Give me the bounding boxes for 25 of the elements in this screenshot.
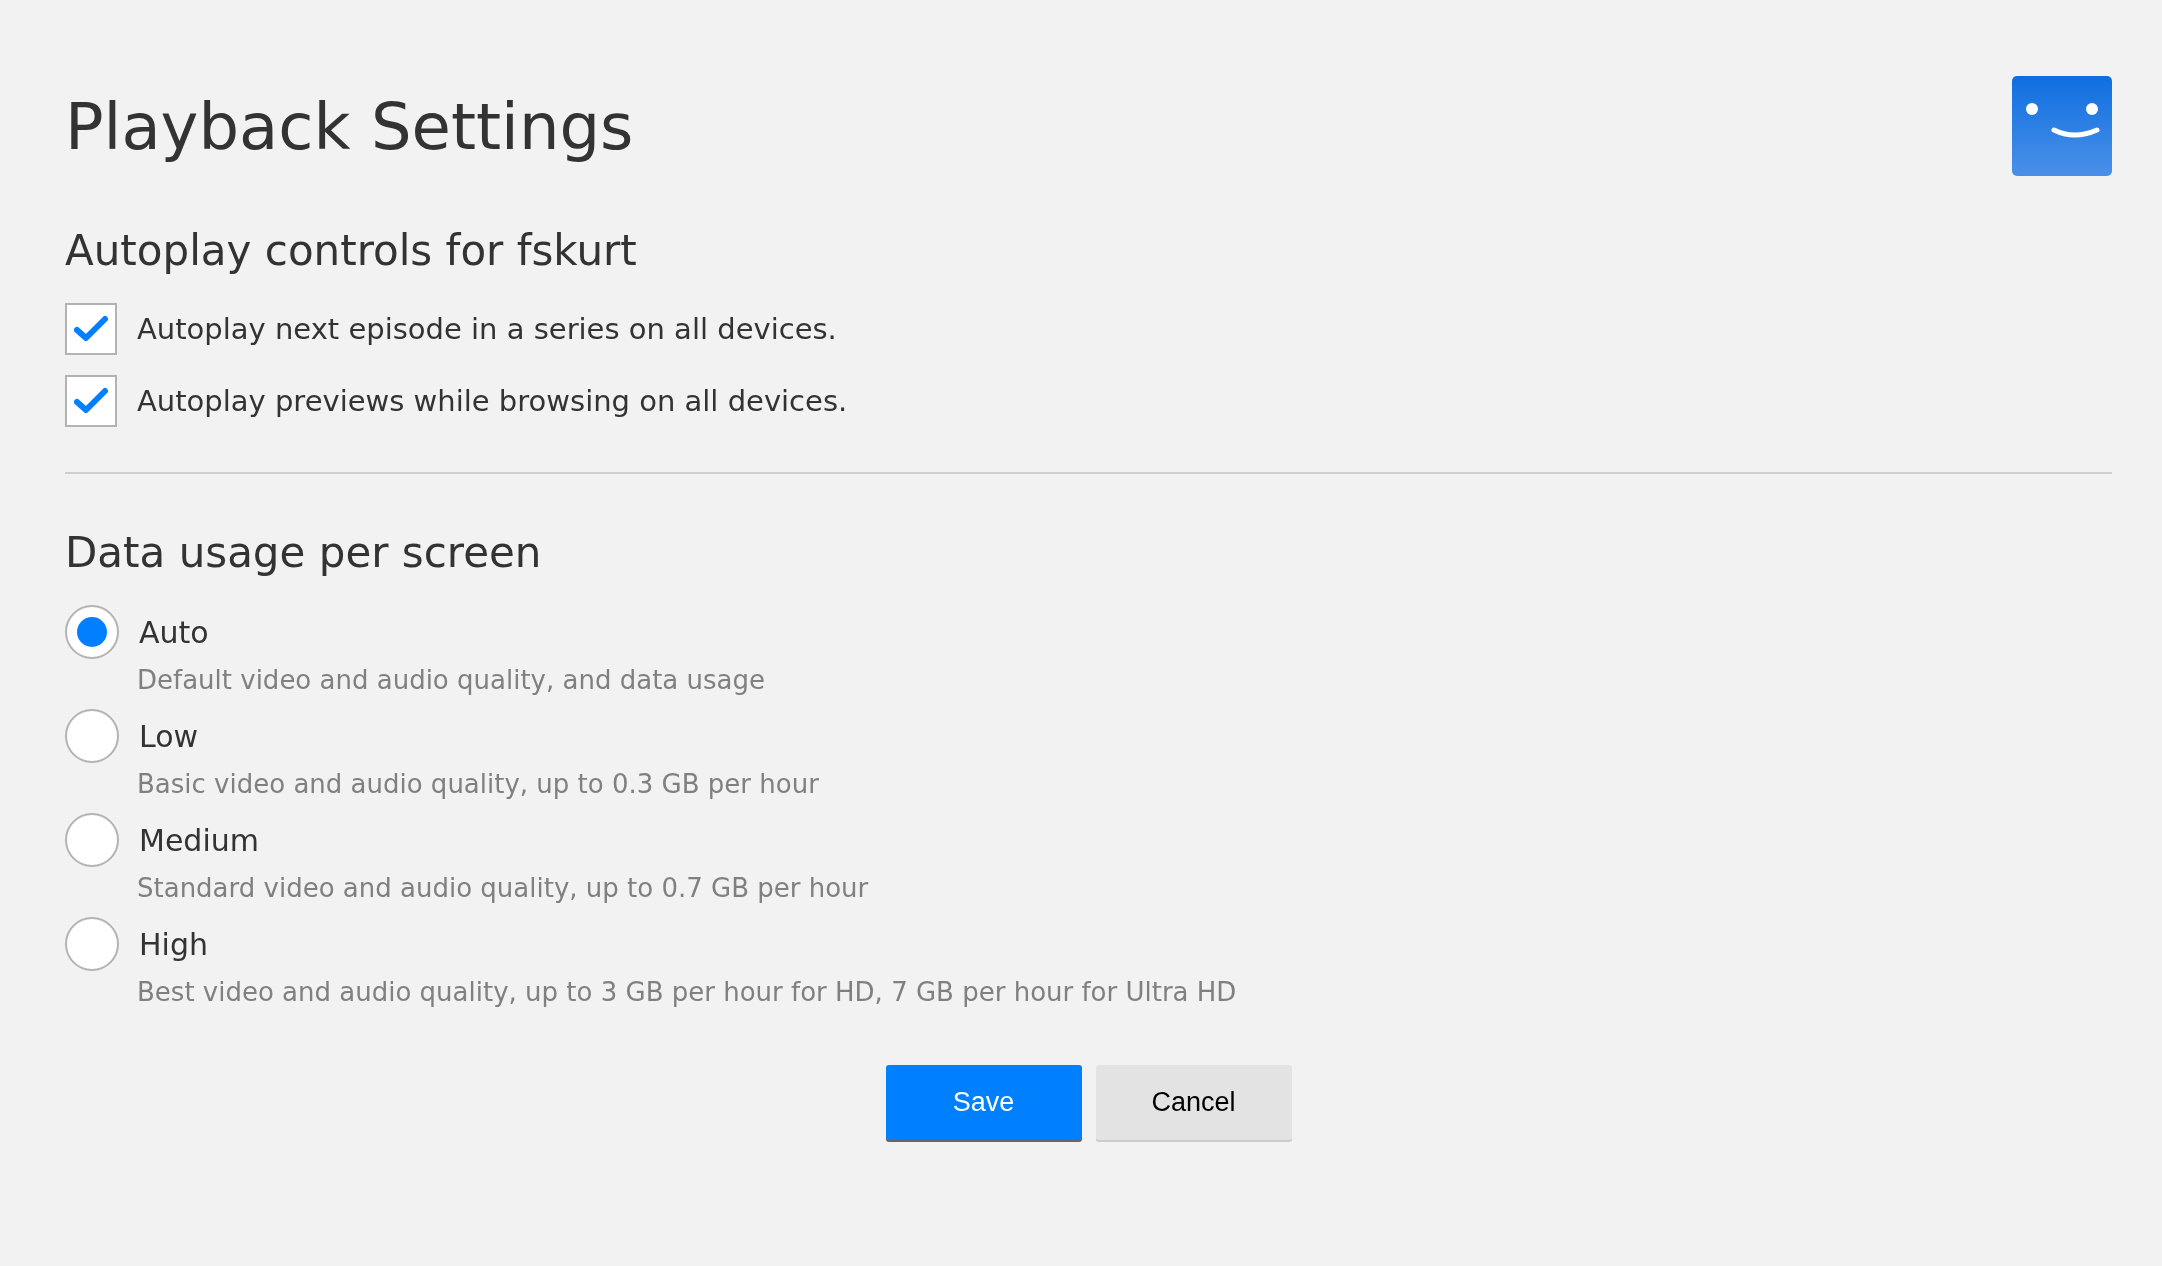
option-description: Basic video and audio quality, up to 0.3 GB per hour (137, 769, 820, 799)
checkbox[interactable] (65, 375, 117, 427)
option-description: Best video and audio quality, up to 3 GB per hour for HD, 7 GB per hour for Ultra HD (137, 977, 1238, 1007)
radio-dot (77, 617, 107, 647)
radio-button[interactable] (65, 709, 119, 763)
radio-button[interactable] (65, 605, 119, 659)
radio-button[interactable] (65, 813, 119, 867)
section-heading: Data usage per screen (65, 528, 543, 577)
checkmark-icon (74, 387, 108, 415)
section-heading: Autoplay controls for fskurt (65, 226, 638, 275)
checkbox-label: Autoplay next episode in a series on all devices. (137, 312, 837, 346)
page-title: Playback Settings (65, 90, 634, 164)
radio-button[interactable] (65, 917, 119, 971)
option-description: Standard video and audio quality, up to 0.7 GB per hour (137, 873, 870, 903)
option-label: High (139, 926, 208, 962)
checkbox[interactable] (65, 303, 117, 355)
checkbox-label: Autoplay previews while browsing on all devices. (137, 384, 848, 418)
save-button[interactable]: Save (885, 1065, 1082, 1140)
checkmark-icon (74, 315, 108, 343)
option-label: Low (139, 718, 199, 754)
option-label: Medium (139, 822, 259, 858)
option-description: Default video and audio quality, and data usage (137, 665, 766, 695)
cancel-button[interactable]: Cancel (1095, 1065, 1292, 1140)
option-label: Auto (139, 614, 209, 650)
smiley-avatar-icon[interactable] (2012, 76, 2112, 176)
